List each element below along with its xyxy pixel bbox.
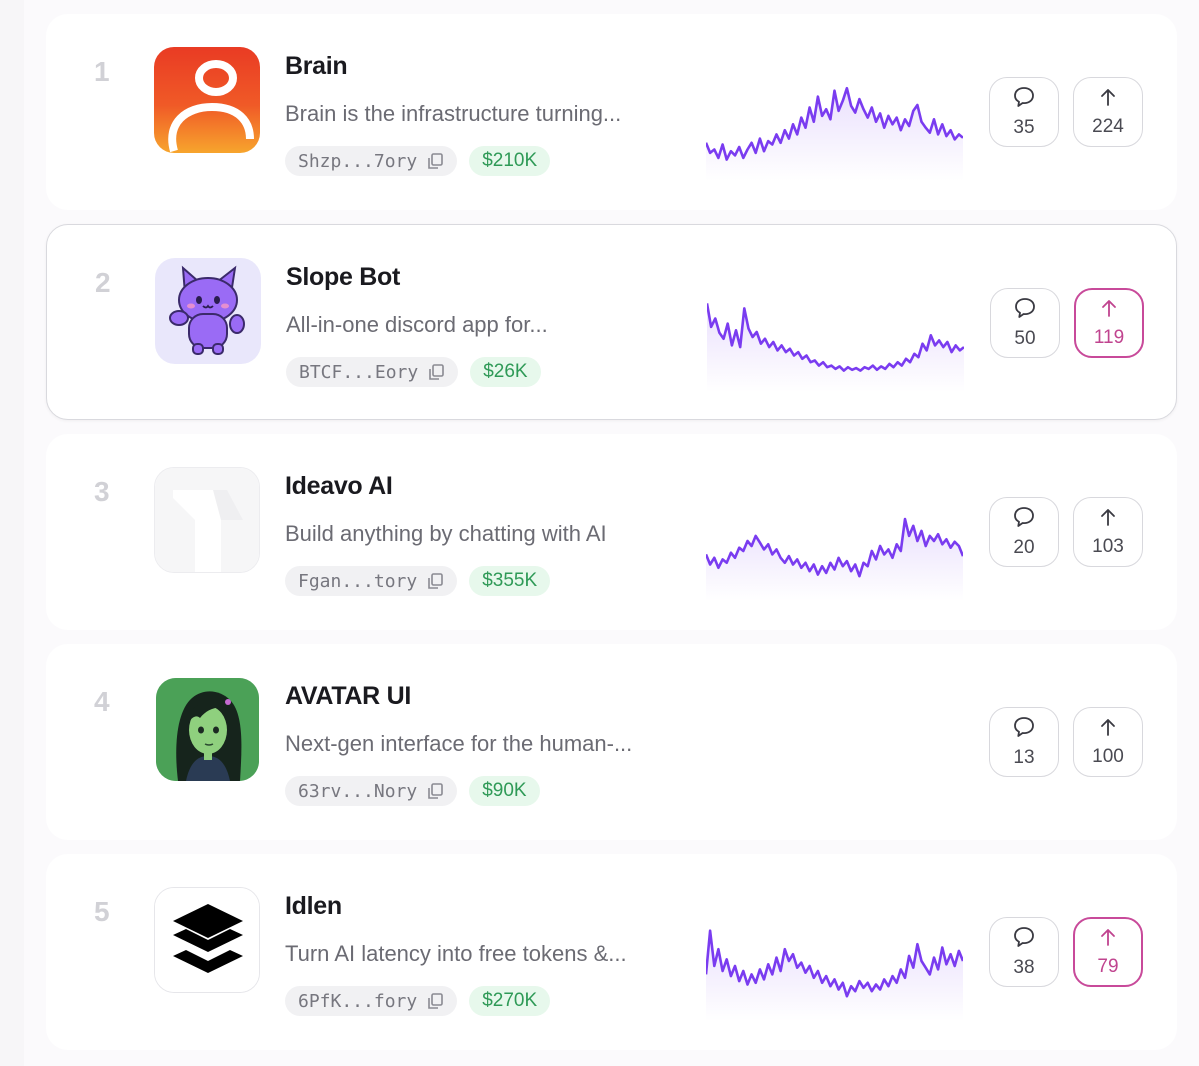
comments-button[interactable]: 13 [989,707,1059,777]
project-card[interactable]: 3 Ideavo AI Build anything by chatting w… [46,434,1177,630]
arrow-up-icon [1097,86,1119,113]
market-cap-badge: $270K [469,986,551,1016]
cat-mascot-icon [155,258,261,364]
comment-bubble-icon [1012,715,1036,744]
project-card[interactable]: 2 Slope Bot All-in-one discord app for..… [46,224,1177,420]
copy-icon[interactable] [427,992,444,1010]
project-list: 1 Brain Brain is the infrastructure turn… [46,0,1177,1066]
rank-number: 3 [94,476,110,507]
project-description: Brain is the infrastructure turning... [285,101,622,126]
project-name[interactable]: Slope Bot [286,263,400,292]
copy-icon[interactable] [427,782,444,800]
arrow-up-icon [1097,716,1119,743]
project-card[interactable]: 1 Brain Brain is the infrastructure turn… [46,14,1177,210]
avatar-portrait-icon [156,678,259,781]
contract-address: 6PfK...fory [298,990,418,1012]
upvote-button[interactable]: 119 [1074,288,1144,358]
comment-bubble-icon [1012,85,1036,114]
upvote-count: 224 [1092,116,1124,137]
comments-button[interactable]: 50 [990,288,1060,358]
project-tags: Fgan...tory $355K [285,566,551,596]
project-name[interactable]: Ideavo AI [285,472,393,501]
arrow-up-icon [1097,926,1119,953]
arrow-up-icon [1097,506,1119,533]
copy-icon[interactable] [427,152,444,170]
project-tags: 6PfK...fory $270K [285,986,551,1016]
comments-button[interactable]: 38 [989,917,1059,987]
market-cap-badge: $90K [469,776,540,806]
contract-address-chip[interactable]: Shzp...7ory [285,146,458,176]
brain-logo-icon [154,47,260,153]
project-description: Build anything by chatting with AI [285,521,607,546]
contract-address-chip[interactable]: Fgan...tory [285,566,458,596]
contract-address: BTCF...Eory [299,361,419,383]
comments-button[interactable]: 20 [989,497,1059,567]
project-card[interactable]: 4 AVATAR UI Next-gen interface for the h… [46,644,1177,840]
upvote-count: 119 [1093,327,1125,348]
upvote-count: 79 [1097,956,1119,977]
layers-stack-icon [154,887,260,993]
comment-count: 35 [1013,117,1035,138]
sparkline-area [706,88,963,181]
contract-address-chip[interactable]: 63rv...Nory [285,776,458,806]
comment-count: 50 [1014,328,1036,349]
price-sparkline [706,929,963,1021]
contract-address-chip[interactable]: BTCF...Eory [286,357,459,387]
market-cap-badge: $210K [469,146,551,176]
market-cap-badge: $26K [470,357,541,387]
upvote-button[interactable]: 224 [1073,77,1143,147]
project-name[interactable]: Idlen [285,892,342,921]
rank-number: 4 [94,686,110,717]
project-tags: 63rv...Nory $90K [285,776,540,806]
copy-icon[interactable] [428,363,445,381]
copy-icon[interactable] [427,572,444,590]
comments-button[interactable]: 35 [989,77,1059,147]
contract-address: Shzp...7ory [298,150,418,172]
upvote-button[interactable]: 100 [1073,707,1143,777]
rank-number: 5 [94,896,110,927]
comment-count: 20 [1013,537,1035,558]
rank-number: 1 [94,56,110,87]
project-tags: Shzp...7ory $210K [285,146,551,176]
comment-bubble-icon [1013,296,1037,325]
project-card[interactable]: 5 Idlen Turn AI latency into free tokens… [46,854,1177,1050]
upvote-count: 103 [1092,536,1124,557]
project-name[interactable]: AVATAR UI [285,682,411,711]
price-sparkline [706,86,963,181]
sparkline-area [706,519,963,601]
contract-address: Fgan...tory [298,570,418,592]
comment-bubble-icon [1012,925,1036,954]
upvote-button[interactable]: 79 [1073,917,1143,987]
upvote-button[interactable]: 103 [1073,497,1143,567]
project-description: Turn AI latency into free tokens &... [285,941,627,966]
comment-count: 13 [1013,747,1035,768]
contract-address: 63rv...Nory [298,780,418,802]
arrow-up-icon [1098,297,1120,324]
market-cap-badge: $355K [469,566,551,596]
comment-count: 38 [1013,957,1035,978]
project-name[interactable]: Brain [285,52,348,81]
comment-bubble-icon [1012,505,1036,534]
rank-number: 2 [95,267,111,298]
upvote-count: 100 [1092,746,1124,767]
project-description: All-in-one discord app for... [286,312,548,337]
contract-address-chip[interactable]: 6PfK...fory [285,986,458,1016]
price-sparkline [706,517,963,601]
project-tags: BTCF...Eory $26K [286,357,541,387]
project-description: Next-gen interface for the human-... [285,731,633,756]
ideavo-logo-icon [154,467,260,573]
price-sparkline [707,303,964,392]
